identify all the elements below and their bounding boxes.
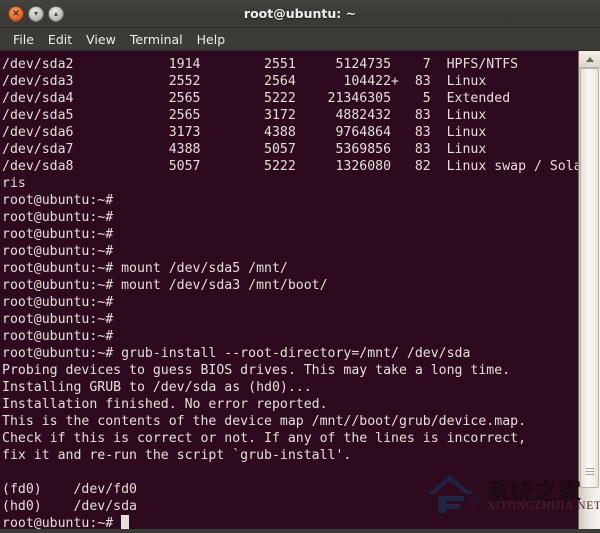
menubar: File Edit View Terminal Help <box>0 28 600 51</box>
terminal-line: /dev/sda4 2565 5222 21346305 5 Extended <box>2 91 511 106</box>
terminal-line: /dev/sda3 2552 2564 104422+ 83 Linux <box>2 74 487 89</box>
menu-item-view[interactable]: View <box>79 30 123 49</box>
terminal-line: fix it and re-run the script `grub-insta… <box>2 448 352 463</box>
terminal-cursor <box>121 515 130 529</box>
terminal-line: root@ubuntu:~# <box>2 210 114 225</box>
terminal-scrollbar[interactable] <box>578 51 600 533</box>
terminal-line: root@ubuntu:~# grub-install --root-direc… <box>2 346 471 361</box>
terminal-line: ris <box>2 176 26 191</box>
terminal-line: root@ubuntu:~# <box>2 244 114 259</box>
close-window-icon[interactable]: × <box>8 6 24 22</box>
terminal-line: root@ubuntu:~# <box>2 329 114 344</box>
terminal-line: Installation finished. No error reported… <box>2 397 328 412</box>
terminal-line: root@ubuntu:~# mount /dev/sda3 /mnt/boot… <box>2 278 328 293</box>
scroll-up-arrow-icon[interactable] <box>579 51 600 68</box>
terminal-line: /dev/sda8 5057 5222 1326080 82 Linux swa… <box>2 159 578 174</box>
terminal-output-area[interactable]: /dev/sda2 1914 2551 5124735 7 HPFS/NTFS /… <box>0 51 578 533</box>
terminal-line: (hd0) /dev/sda <box>2 499 137 514</box>
terminal-line: /dev/sda2 1914 2551 5124735 7 HPFS/NTFS <box>2 57 519 72</box>
maximize-window-icon[interactable]: ▴ <box>48 6 64 22</box>
minimize-window-icon[interactable]: ▾ <box>28 6 44 22</box>
terminal-line: root@ubuntu:~# <box>2 295 114 310</box>
window-titlebar: × ▾ ▴ root@ubuntu: ~ <box>0 0 600 28</box>
scrollbar-grip-icon <box>585 468 594 475</box>
scrollbar-track[interactable] <box>579 68 600 533</box>
terminal-line: /dev/sda6 3173 4388 9764864 83 Linux <box>2 125 487 140</box>
scrollbar-thumb[interactable] <box>580 68 599 488</box>
window-title: root@ubuntu: ~ <box>243 6 357 21</box>
menu-item-help[interactable]: Help <box>190 30 233 49</box>
terminal-line: root@ubuntu:~# mount /dev/sda5 /mnt/ <box>2 261 288 276</box>
terminal-line: root@ubuntu:~# <box>2 193 114 208</box>
maximize-icon-glyph: ▴ <box>53 9 58 18</box>
terminal-line: This is the contents of the device map /… <box>2 414 527 429</box>
minimize-icon-glyph: ▾ <box>33 9 38 18</box>
terminal-line: /dev/sda7 4388 5057 5369856 83 Linux <box>2 142 487 157</box>
menu-item-terminal[interactable]: Terminal <box>123 30 190 49</box>
menu-item-file[interactable]: File <box>6 30 41 49</box>
terminal-line: root@ubuntu:~# <box>2 312 114 327</box>
terminal-line: /dev/sda5 2565 3172 4882432 83 Linux <box>2 108 487 123</box>
terminal-line: root@ubuntu:~# <box>2 227 114 242</box>
terminal-window: × ▾ ▴ root@ubuntu: ~ File Edit View Term… <box>0 0 600 533</box>
terminal-line: Installing GRUB to /dev/sda as (hd0)... <box>2 380 312 395</box>
terminal-line: Check if this is correct or not. If any … <box>2 431 527 446</box>
menu-item-edit[interactable]: Edit <box>41 30 79 49</box>
terminal-screen: /dev/sda2 1914 2551 5124735 7 HPFS/NTFS /… <box>2 56 578 532</box>
terminal-line: Probing devices to guess BIOS drives. Th… <box>2 363 511 378</box>
chevron-up-icon <box>585 56 594 62</box>
terminal-line: (fd0) /dev/fd0 <box>2 482 137 497</box>
window-bottom-edge <box>0 529 600 533</box>
close-icon-glyph: × <box>11 8 21 19</box>
